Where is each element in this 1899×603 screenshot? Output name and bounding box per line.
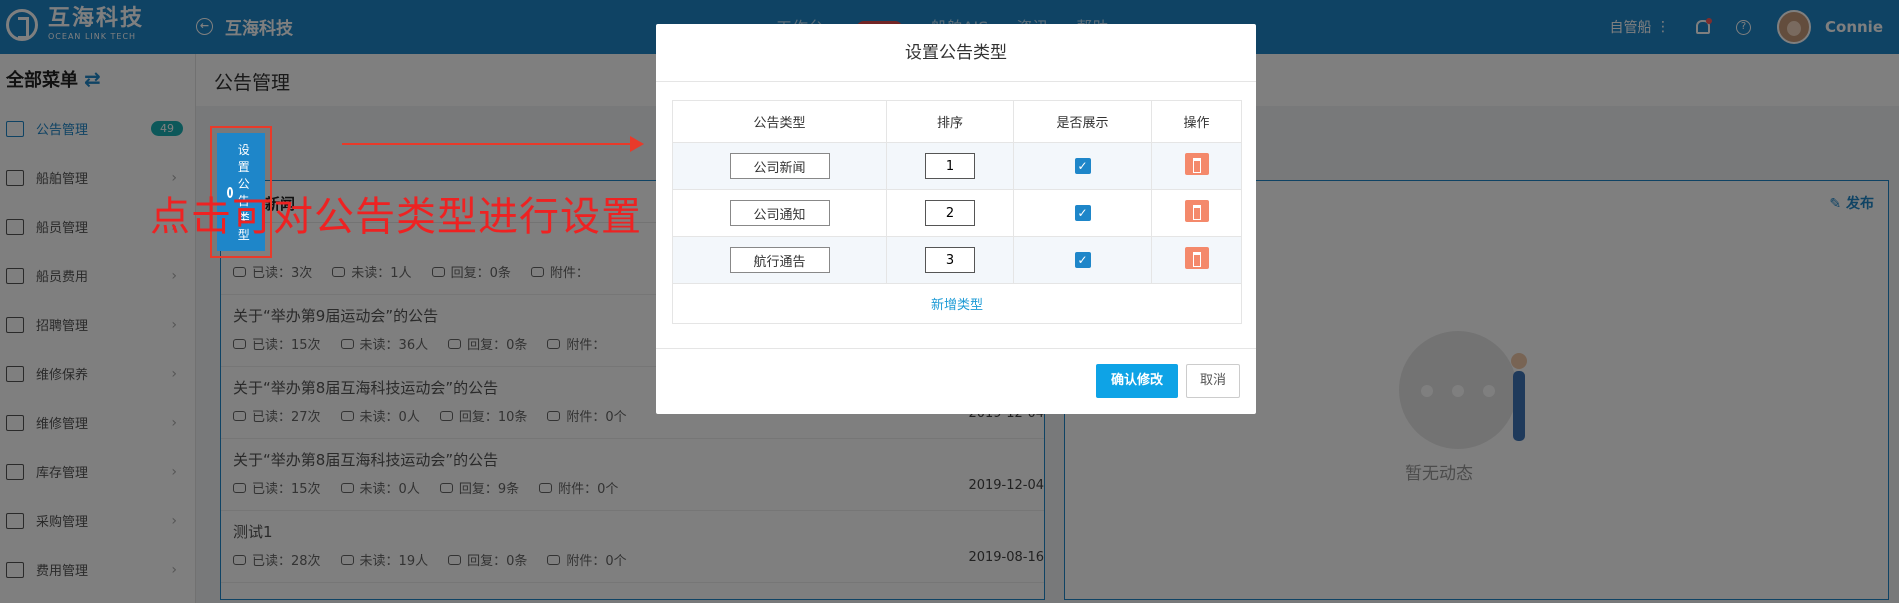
type-name-input[interactable]: [729, 247, 830, 273]
col-show: 是否展示: [1013, 100, 1152, 143]
show-checkbox[interactable]: ✓: [1074, 158, 1091, 174]
type-name-input[interactable]: [729, 200, 830, 226]
delete-button[interactable]: [1184, 200, 1209, 222]
cancel-button[interactable]: 取消: [1186, 364, 1240, 398]
type-order-input[interactable]: [925, 200, 975, 226]
show-checkbox[interactable]: ✓: [1074, 252, 1091, 268]
modal-footer: 确认修改 取消: [656, 348, 1256, 414]
col-action: 操作: [1151, 100, 1242, 143]
modal-title: 设置公告类型: [656, 24, 1256, 82]
type-table: 公告类型 排序 是否展示 操作 ✓ ✓ ✓: [672, 100, 1242, 324]
add-type-link[interactable]: 新增类型: [672, 283, 1242, 324]
delete-button[interactable]: [1184, 153, 1209, 175]
type-order-input[interactable]: [925, 153, 975, 179]
col-order: 排序: [886, 100, 1014, 143]
set-type-modal: 设置公告类型 公告类型 排序 是否展示 操作 ✓ ✓: [656, 24, 1256, 414]
annotation-text: 点击可对公告类型进行设置: [150, 194, 642, 240]
show-checkbox[interactable]: ✓: [1074, 205, 1091, 221]
confirm-button[interactable]: 确认修改: [1096, 364, 1178, 398]
annotation-arrow: [342, 136, 644, 152]
delete-button[interactable]: [1184, 247, 1209, 269]
table-row: ✓: [672, 236, 1242, 284]
table-row: ✓: [672, 189, 1242, 237]
type-order-input[interactable]: [925, 247, 975, 273]
type-name-input[interactable]: [729, 153, 830, 179]
table-row: ✓: [672, 142, 1242, 190]
col-type: 公告类型: [672, 100, 887, 143]
